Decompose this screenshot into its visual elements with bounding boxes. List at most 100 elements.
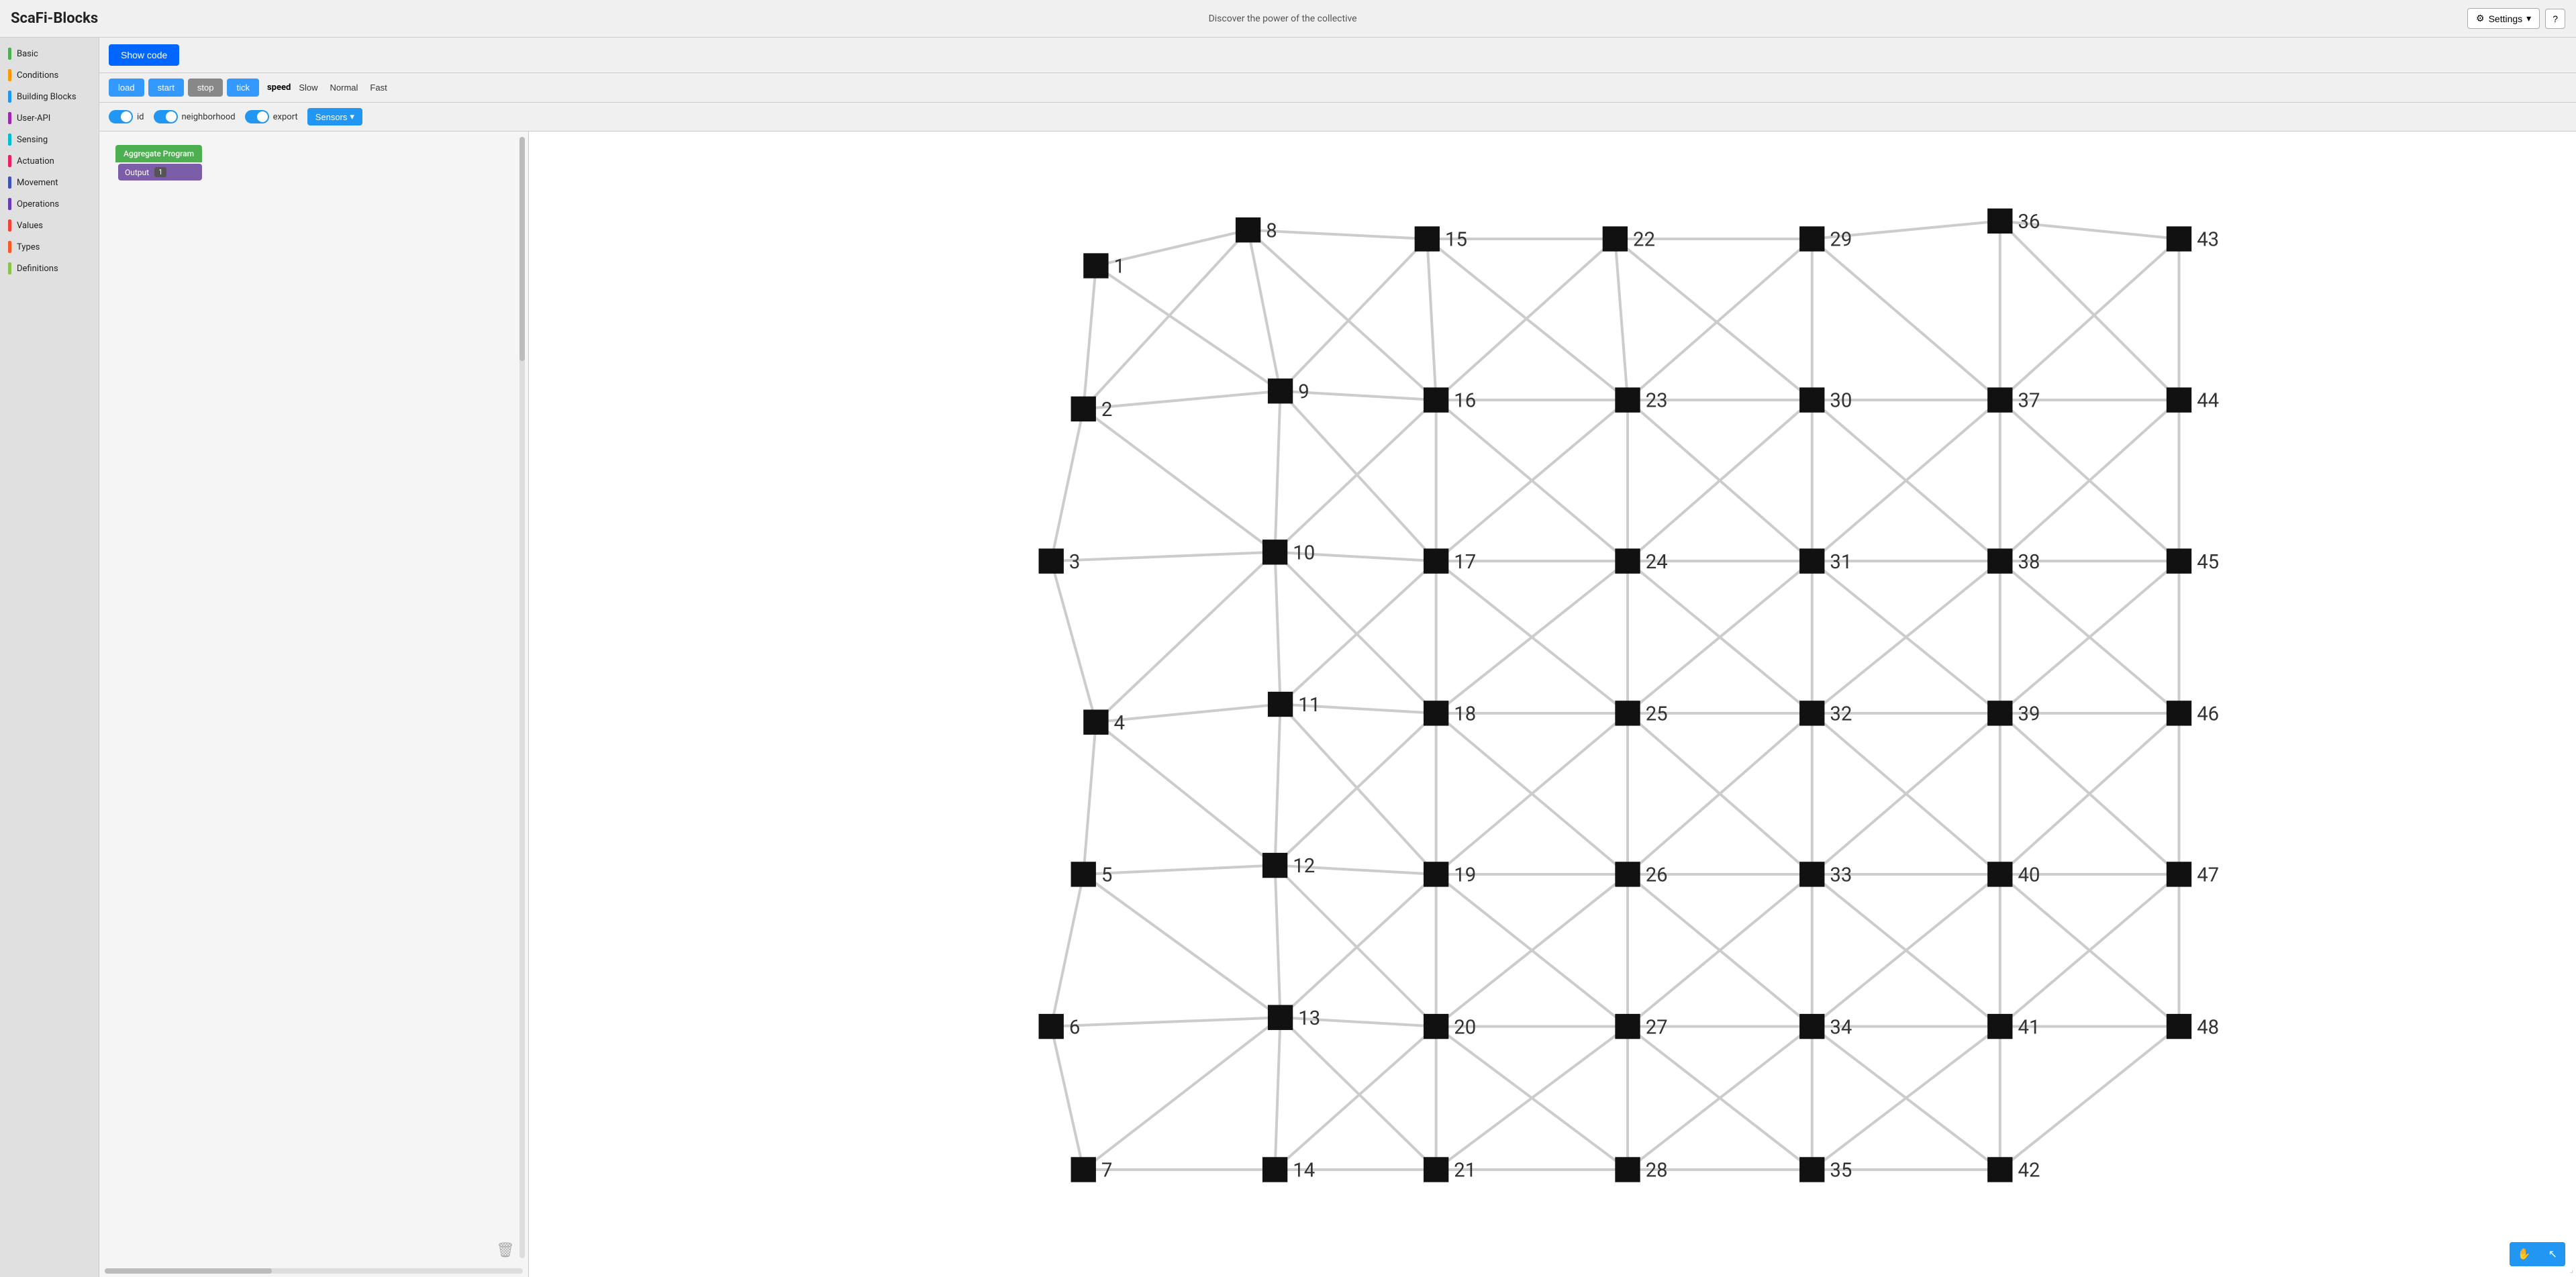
- sidebar-color-movement: [8, 176, 11, 189]
- svg-text:37: 37: [2018, 390, 2040, 413]
- sidebar-color-sensing: [8, 134, 11, 146]
- scrollbar-thumb: [519, 137, 525, 361]
- sensors-button[interactable]: Sensors ▾: [307, 108, 362, 125]
- output-badge: 1: [154, 167, 166, 177]
- svg-text:33: 33: [1830, 864, 1852, 887]
- sidebar-color-types: [8, 241, 11, 253]
- svg-text:45: 45: [2197, 551, 2219, 574]
- svg-text:23: 23: [1646, 390, 1668, 413]
- svg-text:18: 18: [1454, 703, 1476, 726]
- settings-button[interactable]: ⚙ Settings ▾: [2467, 8, 2540, 29]
- speed-fast-button[interactable]: Fast: [366, 81, 391, 94]
- sidebar-item-types[interactable]: Types: [0, 236, 99, 258]
- neighborhood-toggle[interactable]: [154, 110, 178, 123]
- svg-text:19: 19: [1454, 864, 1476, 887]
- sidebar-label-movement: Movement: [17, 178, 58, 188]
- svg-text:4: 4: [1114, 712, 1125, 735]
- sidebar-color-basic: [8, 48, 11, 60]
- sidebar-item-movement[interactable]: Movement: [0, 172, 99, 193]
- horizontal-scrollbar[interactable]: [99, 1268, 528, 1274]
- sidebar-item-building-blocks[interactable]: Building Blocks: [0, 86, 99, 107]
- sidebar-color-actuation: [8, 155, 11, 167]
- sidebar-item-conditions[interactable]: Conditions: [0, 64, 99, 86]
- content-area: Show code load start stop tick speed Slo…: [99, 38, 2576, 1277]
- svg-text:30: 30: [1830, 390, 1852, 413]
- speed-slow-button[interactable]: Slow: [295, 81, 321, 94]
- sidebar-item-user-api[interactable]: User-API: [0, 107, 99, 129]
- sidebar-item-definitions[interactable]: Definitions: [0, 258, 99, 279]
- network-visualization[interactable]: 1234567891011121314151617181920212223242…: [529, 132, 2576, 1277]
- help-button[interactable]: ?: [2545, 9, 2565, 29]
- sidebar-item-actuation[interactable]: Actuation: [0, 150, 99, 172]
- sidebar-color-operations: [8, 198, 11, 210]
- svg-text:48: 48: [2197, 1016, 2219, 1039]
- sidebar-label-sensing: Sensing: [17, 135, 48, 145]
- load-button[interactable]: load: [109, 79, 144, 97]
- sensors-label: Sensors: [315, 112, 348, 122]
- scrollbar-track: [519, 137, 525, 1258]
- svg-text:17: 17: [1454, 551, 1476, 574]
- svg-text:27: 27: [1646, 1016, 1668, 1039]
- export-toggle[interactable]: [245, 110, 269, 123]
- output-label: Output: [125, 168, 149, 177]
- main-layout: Basic Conditions Building Blocks User-API Se…: [0, 38, 2576, 1277]
- stop-button[interactable]: stop: [188, 79, 224, 97]
- svg-text:29: 29: [1830, 229, 1852, 252]
- speed-normal-button[interactable]: Normal: [326, 81, 362, 94]
- trash-icon[interactable]: 🗑: [496, 1242, 515, 1264]
- scrollbar-track-x: [105, 1268, 523, 1274]
- sensors-chevron-icon: ▾: [350, 111, 354, 122]
- sidebar-label-conditions: Conditions: [17, 70, 58, 81]
- svg-text:41: 41: [2018, 1016, 2040, 1039]
- sidebar-color-conditions: [8, 69, 11, 81]
- sidebar-label-user-api: User-API: [17, 113, 50, 123]
- app-header: ScaFi-Blocks Discover the power of the c…: [0, 0, 2576, 38]
- aggregate-program-label[interactable]: Aggregate Program: [115, 145, 202, 162]
- svg-text:28: 28: [1646, 1160, 1668, 1182]
- svg-text:13: 13: [1298, 1007, 1320, 1030]
- vertical-scrollbar[interactable]: [519, 132, 526, 1264]
- sidebar-label-actuation: Actuation: [17, 156, 54, 166]
- sidebar-item-operations[interactable]: Operations: [0, 193, 99, 215]
- svg-text:35: 35: [1830, 1160, 1852, 1182]
- resize-handle: ⌟: [2569, 1265, 2573, 1274]
- network-svg: 1234567891011121314151617181920212223242…: [529, 132, 2576, 1277]
- hand-tool-button[interactable]: ✋: [2510, 1242, 2539, 1266]
- scrollbar-thumb-x: [105, 1268, 272, 1274]
- header-actions: ⚙ Settings ▾ ?: [2467, 8, 2565, 29]
- svg-text:44: 44: [2197, 390, 2219, 413]
- app-subtitle: Discover the power of the collective: [98, 13, 2467, 24]
- svg-text:11: 11: [1298, 694, 1320, 717]
- sidebar-item-basic[interactable]: Basic: [0, 43, 99, 64]
- sidebar-item-sensing[interactable]: Sensing: [0, 129, 99, 150]
- svg-text:6: 6: [1069, 1016, 1080, 1039]
- cursor-tool-button[interactable]: ↖: [2540, 1242, 2565, 1266]
- svg-text:16: 16: [1454, 390, 1476, 413]
- app-title: ScaFi-Blocks: [11, 10, 98, 27]
- id-toggle-group: id: [109, 110, 144, 123]
- show-code-button[interactable]: Show code: [109, 44, 179, 66]
- start-button[interactable]: start: [148, 79, 184, 97]
- id-toggle[interactable]: [109, 110, 133, 123]
- tick-button[interactable]: tick: [227, 79, 259, 97]
- split-pane: Aggregate Program Output 1: [99, 132, 2576, 1277]
- svg-text:25: 25: [1646, 703, 1668, 726]
- sidebar-color-definitions: [8, 262, 11, 274]
- svg-text:12: 12: [1293, 855, 1315, 878]
- block-workspace[interactable]: Aggregate Program Output 1: [99, 132, 528, 1277]
- svg-text:38: 38: [2018, 551, 2040, 574]
- svg-text:31: 31: [1830, 551, 1852, 574]
- sidebar-color-user-api: [8, 112, 11, 124]
- sidebar-item-values[interactable]: Values: [0, 215, 99, 236]
- vis-controls: id neighborhood export Sensors ▾: [99, 103, 2576, 132]
- svg-text:43: 43: [2197, 229, 2219, 252]
- svg-text:40: 40: [2018, 864, 2040, 887]
- speed-label: speed: [267, 83, 291, 93]
- output-block[interactable]: Output 1: [118, 164, 202, 181]
- sidebar-label-definitions: Definitions: [17, 264, 58, 274]
- sidebar-color-values: [8, 219, 11, 232]
- settings-label: Settings: [2489, 13, 2523, 24]
- svg-text:24: 24: [1646, 551, 1668, 574]
- svg-text:2: 2: [1101, 399, 1112, 421]
- aggregate-program-block: Aggregate Program Output 1: [115, 145, 202, 181]
